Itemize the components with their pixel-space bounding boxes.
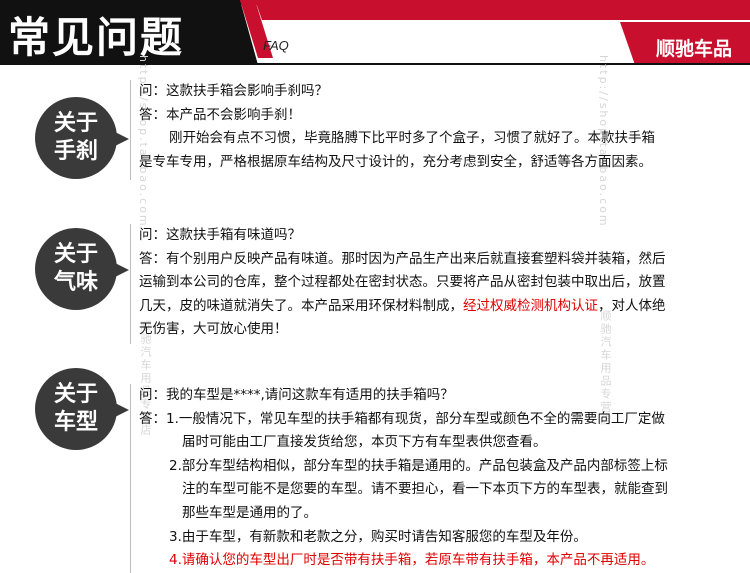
answer-line-warning: 4.请确认您的车型出厂时是否带有扶手箱，若原车带有扶手箱，本产品不再适用。 — [169, 552, 655, 569]
page-subtitle: FAQ — [263, 38, 289, 53]
bubble-line-1: 关于 — [53, 111, 98, 136]
answer-text: 几天，皮的味道就消失了。本产品采用环保材料制成， — [139, 297, 463, 314]
bubble-line-2: 车型 — [53, 410, 98, 435]
answer-line: 是专车专用，严格根据原车结构及尺寸设计的，充分考虑到安全，舒适等各方面因素。 — [139, 153, 652, 170]
answer-line: 注的车型可能不是您要的车型。请不要担心，看一下本页下方的车型表，就能查到 — [182, 481, 668, 498]
topic-bubble-model: 关于 车型 — [35, 368, 129, 450]
answer-line: 答：有个别用户反映产品有味道。那时因为产品生产出来后就直接套塑料袋并装箱，然后 — [139, 250, 666, 267]
divider — [130, 384, 131, 573]
faq-item-handbrake: 问：这款扶手箱会影响手刹吗？ 答：本产品不会影响手刹！ 刚开始会有点不习惯，毕竟… — [139, 80, 719, 174]
page-title: 常见问题 — [8, 13, 185, 62]
answer-line: 刚开始会有点不习惯，毕竟胳膊下比平时多了个盒子，习惯了就好了。本款扶手箱 — [169, 130, 655, 147]
divider — [130, 80, 131, 180]
bubble-line-1: 关于 — [53, 382, 98, 407]
answer-line: 2.部分车型结构相似，部分车型的扶手箱是通用的。产品包装盒及产品内部标签上标 — [169, 457, 668, 474]
topic-bubble-odor: 关于 气味 — [35, 228, 129, 310]
answer-line: 答：1.一般情况下，常见车型的扶手箱都有现货，部分车型或颜色不全的需要向工厂定做 — [139, 410, 665, 427]
answer-line: 运输到本公司的仓库，整个过程都处在密封状态。只要将产品从密封包装中取出后，放置 — [139, 274, 666, 291]
answer-line: 无伤害，大可放心使用！ — [139, 321, 288, 338]
faq-item-model: 问：我的车型是****,请问这款车有适用的扶手箱吗？ 答：1.一般情况下，常见车… — [139, 384, 719, 573]
header: 常见问题 FAQ 顺驰车品 — [0, 0, 750, 65]
answer-line: 几天，皮的味道就消失了。本产品采用环保材料制成，经过权威检测机构认证，对人体绝 — [139, 295, 719, 319]
answer-line: 那些车型是通用的了。 — [182, 504, 317, 521]
bubble-line-1: 关于 — [53, 242, 98, 267]
answer-text: ，对人体绝 — [598, 297, 666, 314]
faq-item-odor: 问：这款扶手箱有味道吗？ 答：有个别用户反映产品有味道。那时因为产品生产出来后就… — [139, 224, 719, 342]
question: 问：我的车型是****,请问这款车有适用的扶手箱吗？ — [139, 387, 454, 403]
bubble-line-2: 气味 — [53, 270, 98, 295]
answer-line: 届时可能由工厂直接发货给您，本页下方有车型表供您查看。 — [182, 434, 547, 451]
brand-name: 顺驰车品 — [655, 38, 732, 60]
divider — [130, 224, 131, 344]
answer-line: 答：本产品不会影响手刹！ — [139, 106, 301, 123]
question: 问：这款扶手箱有味道吗？ — [139, 227, 301, 243]
bubble-line-2: 手刹 — [53, 139, 98, 164]
certification-highlight: 经过权威检测机构认证 — [463, 297, 598, 314]
answer-line: 3.由于车型，有新款和老款之分，购买时请告知客服您的车型及年份。 — [169, 528, 587, 545]
topic-bubble-handbrake: 关于 手刹 — [35, 97, 129, 179]
question: 问：这款扶手箱会影响手刹吗？ — [139, 83, 328, 99]
